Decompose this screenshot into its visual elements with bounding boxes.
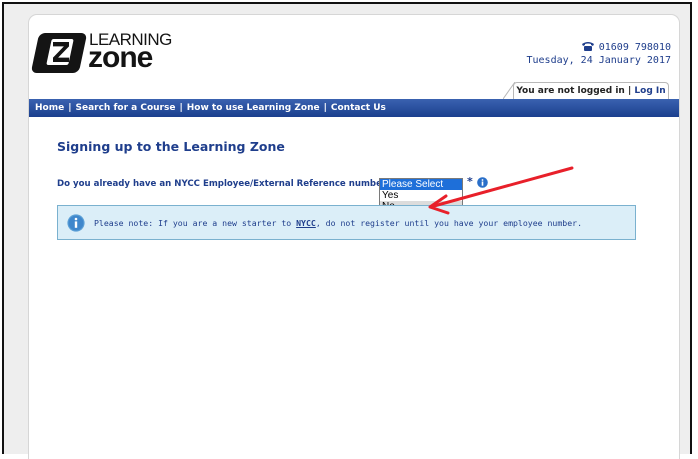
info-icon[interactable] (477, 177, 488, 188)
logo-text-bottom: zone (88, 41, 153, 74)
learning-zone-logo[interactable]: LEARNING zone (30, 29, 185, 74)
contact-info: 01609 798010 Tuesday, 24 January 2017 (526, 41, 672, 67)
current-date: Tuesday, 24 January 2017 (526, 55, 672, 66)
login-status-text: You are not logged in (516, 86, 625, 96)
option-please-select[interactable]: Please Select (380, 179, 462, 190)
reference-number-question: Do you already have an NYCC Employee/Ext… (57, 179, 392, 189)
page-title: Signing up to the Learning Zone (57, 139, 285, 154)
nycc-link[interactable]: NYCC (296, 218, 316, 228)
login-separator: | (624, 86, 635, 96)
notice-prefix: Please note: If you are a new starter to (94, 218, 297, 228)
nav-separator: | (68, 103, 72, 113)
phone-icon (581, 42, 594, 51)
notice-text: Please note: If you are a new starter to… (94, 218, 582, 228)
nav-search-course[interactable]: Search for a Course (76, 103, 176, 113)
main-nav: Home | Search for a Course | How to use Lear… (29, 99, 679, 117)
required-asterisk: * (467, 175, 473, 188)
nav-contact-us[interactable]: Contact Us (331, 103, 386, 113)
notice-suffix: , do not register until you have your em… (315, 218, 583, 228)
nav-how-to-use[interactable]: How to use Learning Zone (187, 103, 320, 113)
log-in-link[interactable]: Log In (634, 86, 665, 96)
phone-number: 01609 798010 (598, 42, 671, 53)
info-icon (67, 214, 85, 232)
login-status-tab: You are not logged in | Log In (513, 82, 669, 99)
page-container: LEARNING zone 01609 798010 Tuesday, 24 J… (28, 14, 680, 459)
nav-separator: | (179, 103, 183, 113)
nav-separator: | (323, 103, 327, 113)
option-yes[interactable]: Yes (380, 190, 462, 201)
new-starter-notice: Please note: If you are a new starter to… (57, 205, 636, 240)
nav-home[interactable]: Home (35, 103, 64, 113)
logo-mark (30, 29, 88, 73)
